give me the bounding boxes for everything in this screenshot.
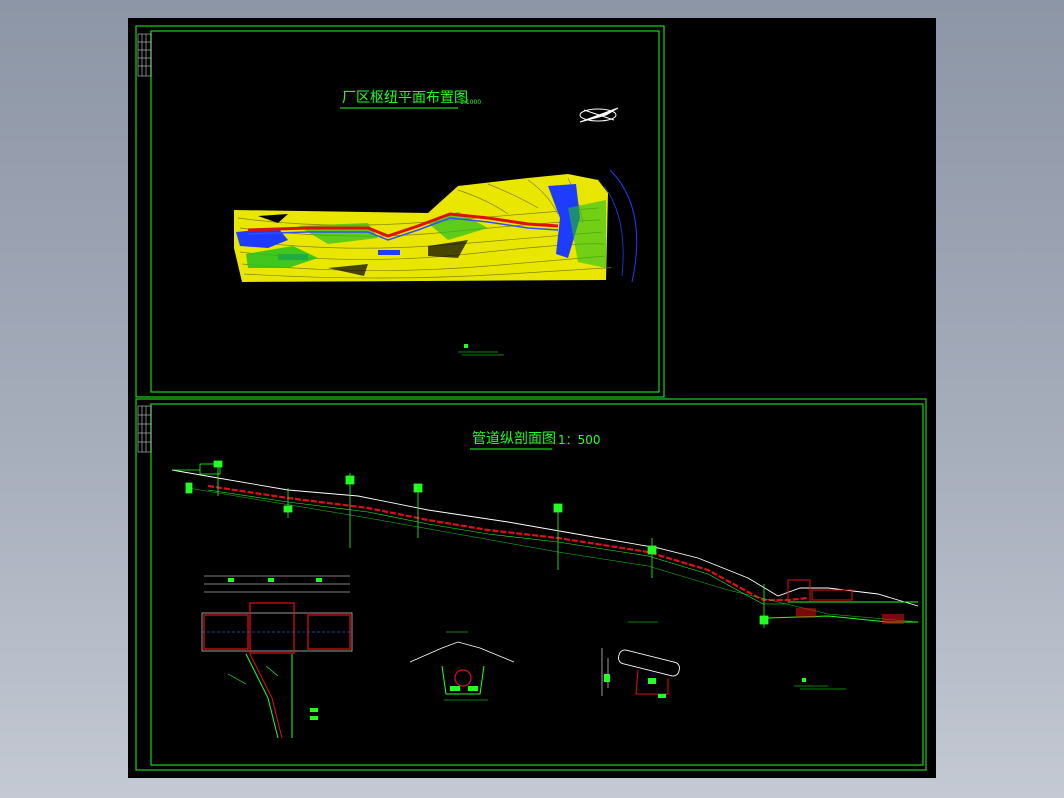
sheet-profile-outer-frame: [135, 398, 927, 771]
profile-note: [794, 678, 846, 690]
sheet-profile: 管道纵剖面图 1：500: [135, 398, 927, 771]
plan-title: 厂区枢纽平面布置图: [342, 90, 468, 106]
site-plan-map: [234, 169, 638, 283]
plan-note: [458, 344, 504, 356]
sheet-plan-binding-strip: [137, 33, 152, 77]
profile-scale: 1：500: [558, 433, 601, 447]
plan-scale: 1:1000: [460, 99, 481, 106]
detail-pipe-support: [201, 575, 353, 739]
sheet-plan: 厂区枢纽平面布置图 1:1000: [135, 25, 665, 398]
north-arrow-icon: [579, 107, 619, 123]
detail-anchor-block: [601, 621, 680, 698]
sheet-profile-binding-strip: [137, 405, 152, 453]
intake-structure: [172, 463, 221, 494]
sheet-profile-inner-frame: [150, 403, 924, 766]
profile-station-markers: [213, 460, 769, 628]
profile-title: 管道纵剖面图: [472, 431, 556, 447]
cad-drawing-canvas[interactable]: 厂区枢纽平面布置图 1:1000 管道纵剖面图 1：500: [128, 18, 936, 778]
ground-surface-line: [171, 469, 919, 607]
detail-trench-section: [409, 631, 515, 701]
powerhouse-structure: [767, 579, 918, 624]
